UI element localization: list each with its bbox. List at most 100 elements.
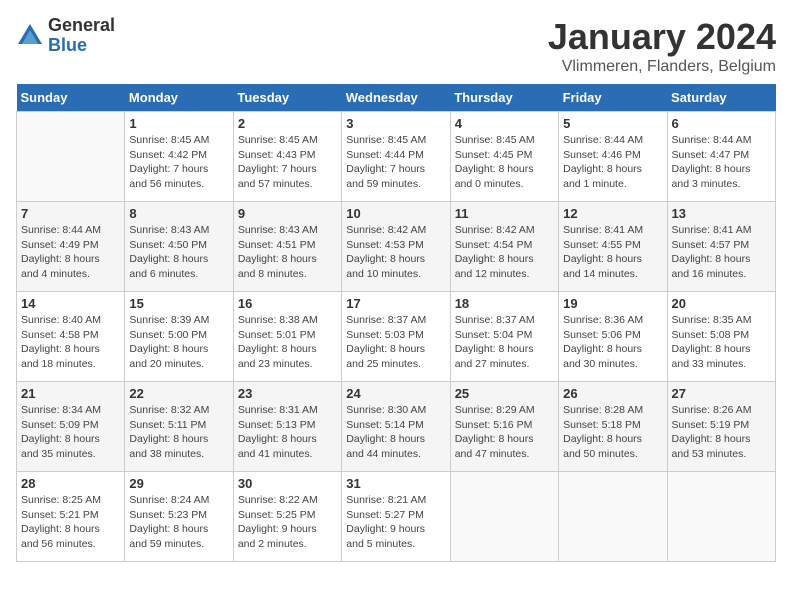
logo: General Blue [16, 16, 115, 56]
calendar-cell: 26Sunrise: 8:28 AM Sunset: 5:18 PM Dayli… [559, 382, 667, 472]
column-header-tuesday: Tuesday [233, 84, 341, 112]
logo-icon [16, 22, 44, 50]
day-number: 25 [455, 386, 554, 401]
day-number: 13 [672, 206, 771, 221]
calendar-cell: 10 Sunrise: 8:42 AM Sunset: 4:53 PM Dayli… [342, 202, 450, 292]
calendar-cell: 4 Sunrise: 8:45 AM Sunset: 4:45 PM Daylig… [450, 112, 558, 202]
calendar-week-row: 21 Sunrise: 8:34 AM Sunset: 5:09 PM Dayli… [17, 382, 776, 472]
day-info: Sunrise: 8:26 AM Sunset: 5:19 PM Dayligh… [672, 403, 771, 462]
day-info: Sunrise: 8:25 AM Sunset: 5:21 PM Dayligh… [21, 493, 120, 552]
day-number: 4 [455, 116, 554, 131]
column-header-monday: Monday [125, 84, 233, 112]
day-info: Sunrise: 8:44 AM Sunset: 4:46 PM Dayligh… [563, 133, 662, 192]
day-number: 11 [455, 206, 554, 221]
day-info: Sunrise: 8:41 AM Sunset: 4:57 PM Dayligh… [672, 223, 771, 282]
calendar-cell: 2Sunrise: 8:45 AM Sunset: 4:43 PM Daylig… [233, 112, 341, 202]
day-info: Sunrise: 8:37 AM Sunset: 5:03 PM Dayligh… [346, 313, 445, 372]
calendar-week-row: 14Sunrise: 8:40 AM Sunset: 4:58 PM Dayli… [17, 292, 776, 382]
calendar-cell: 6 Sunrise: 8:44 AM Sunset: 4:47 PM Daylig… [667, 112, 775, 202]
calendar-cell [450, 472, 558, 562]
day-info: Sunrise: 8:43 AM Sunset: 4:50 PM Dayligh… [129, 223, 228, 282]
calendar-cell: 5 Sunrise: 8:44 AM Sunset: 4:46 PM Daylig… [559, 112, 667, 202]
calendar-cell: 20Sunrise: 8:35 AM Sunset: 5:08 PM Dayli… [667, 292, 775, 382]
day-number: 9 [238, 206, 337, 221]
day-number: 16 [238, 296, 337, 311]
calendar-cell: 17Sunrise: 8:37 AM Sunset: 5:03 PM Dayli… [342, 292, 450, 382]
day-number: 1 [129, 116, 228, 131]
calendar-cell: 25 Sunrise: 8:29 AM Sunset: 5:16 PM Dayli… [450, 382, 558, 472]
day-info: Sunrise: 8:35 AM Sunset: 5:08 PM Dayligh… [672, 313, 771, 372]
calendar-header-row: SundayMondayTuesdayWednesdayThursdayFrid… [17, 84, 776, 112]
day-number: 3 [346, 116, 445, 131]
day-info: Sunrise: 8:30 AM Sunset: 5:14 PM Dayligh… [346, 403, 445, 462]
day-number: 5 [563, 116, 662, 131]
day-info: Sunrise: 8:39 AM Sunset: 5:00 PM Dayligh… [129, 313, 228, 372]
day-info: Sunrise: 8:36 AM Sunset: 5:06 PM Dayligh… [563, 313, 662, 372]
calendar-body: 1 Sunrise: 8:45 AM Sunset: 4:42 PM Daylig… [17, 112, 776, 562]
day-info: Sunrise: 8:44 AM Sunset: 4:49 PM Dayligh… [21, 223, 120, 282]
calendar-cell: 9Sunrise: 8:43 AM Sunset: 4:51 PM Daylig… [233, 202, 341, 292]
calendar-cell: 8 Sunrise: 8:43 AM Sunset: 4:50 PM Daylig… [125, 202, 233, 292]
calendar-cell: 7 Sunrise: 8:44 AM Sunset: 4:49 PM Daylig… [17, 202, 125, 292]
day-number: 10 [346, 206, 445, 221]
calendar-cell: 12Sunrise: 8:41 AM Sunset: 4:55 PM Dayli… [559, 202, 667, 292]
day-number: 21 [21, 386, 120, 401]
column-header-sunday: Sunday [17, 84, 125, 112]
calendar-cell [559, 472, 667, 562]
calendar-cell: 27 Sunrise: 8:26 AM Sunset: 5:19 PM Dayli… [667, 382, 775, 472]
day-number: 8 [129, 206, 228, 221]
column-header-saturday: Saturday [667, 84, 775, 112]
day-info: Sunrise: 8:24 AM Sunset: 5:23 PM Dayligh… [129, 493, 228, 552]
day-info: Sunrise: 8:31 AM Sunset: 5:13 PM Dayligh… [238, 403, 337, 462]
day-number: 7 [21, 206, 120, 221]
calendar-cell: 19Sunrise: 8:36 AM Sunset: 5:06 PM Dayli… [559, 292, 667, 382]
day-info: Sunrise: 8:41 AM Sunset: 4:55 PM Dayligh… [563, 223, 662, 282]
day-number: 18 [455, 296, 554, 311]
day-number: 29 [129, 476, 228, 491]
day-info: Sunrise: 8:34 AM Sunset: 5:09 PM Dayligh… [21, 403, 120, 462]
day-number: 30 [238, 476, 337, 491]
calendar-cell: 13 Sunrise: 8:41 AM Sunset: 4:57 PM Dayli… [667, 202, 775, 292]
day-info: Sunrise: 8:29 AM Sunset: 5:16 PM Dayligh… [455, 403, 554, 462]
day-number: 27 [672, 386, 771, 401]
column-header-thursday: Thursday [450, 84, 558, 112]
page-header: General Blue January 2024 Vlimmeren, Fla… [16, 16, 776, 76]
calendar-week-row: 1 Sunrise: 8:45 AM Sunset: 4:42 PM Daylig… [17, 112, 776, 202]
calendar-cell: 31Sunrise: 8:21 AM Sunset: 5:27 PM Dayli… [342, 472, 450, 562]
calendar-table: SundayMondayTuesdayWednesdayThursdayFrid… [16, 84, 776, 562]
day-number: 14 [21, 296, 120, 311]
calendar-cell: 11 Sunrise: 8:42 AM Sunset: 4:54 PM Dayli… [450, 202, 558, 292]
day-number: 23 [238, 386, 337, 401]
column-header-friday: Friday [559, 84, 667, 112]
calendar-cell: 28 Sunrise: 8:25 AM Sunset: 5:21 PM Dayli… [17, 472, 125, 562]
day-number: 15 [129, 296, 228, 311]
day-number: 28 [21, 476, 120, 491]
day-number: 24 [346, 386, 445, 401]
day-number: 6 [672, 116, 771, 131]
month-title: January 2024 [548, 16, 776, 58]
day-info: Sunrise: 8:21 AM Sunset: 5:27 PM Dayligh… [346, 493, 445, 552]
calendar-cell: 24 Sunrise: 8:30 AM Sunset: 5:14 PM Dayli… [342, 382, 450, 472]
logo-general: General [48, 15, 115, 35]
location-title: Vlimmeren, Flanders, Belgium [548, 58, 776, 76]
day-info: Sunrise: 8:32 AM Sunset: 5:11 PM Dayligh… [129, 403, 228, 462]
calendar-cell: 21 Sunrise: 8:34 AM Sunset: 5:09 PM Dayli… [17, 382, 125, 472]
calendar-week-row: 7 Sunrise: 8:44 AM Sunset: 4:49 PM Daylig… [17, 202, 776, 292]
day-info: Sunrise: 8:44 AM Sunset: 4:47 PM Dayligh… [672, 133, 771, 192]
calendar-week-row: 28 Sunrise: 8:25 AM Sunset: 5:21 PM Dayli… [17, 472, 776, 562]
calendar-cell: 22 Sunrise: 8:32 AM Sunset: 5:11 PM Dayli… [125, 382, 233, 472]
title-area: January 2024 Vlimmeren, Flanders, Belgiu… [548, 16, 776, 76]
day-number: 22 [129, 386, 228, 401]
logo-blue: Blue [48, 35, 87, 55]
day-info: Sunrise: 8:42 AM Sunset: 4:53 PM Dayligh… [346, 223, 445, 282]
day-info: Sunrise: 8:45 AM Sunset: 4:42 PM Dayligh… [129, 133, 228, 192]
day-info: Sunrise: 8:45 AM Sunset: 4:45 PM Dayligh… [455, 133, 554, 192]
column-header-wednesday: Wednesday [342, 84, 450, 112]
day-info: Sunrise: 8:28 AM Sunset: 5:18 PM Dayligh… [563, 403, 662, 462]
calendar-cell: 29 Sunrise: 8:24 AM Sunset: 5:23 PM Dayli… [125, 472, 233, 562]
day-info: Sunrise: 8:45 AM Sunset: 4:44 PM Dayligh… [346, 133, 445, 192]
day-info: Sunrise: 8:42 AM Sunset: 4:54 PM Dayligh… [455, 223, 554, 282]
calendar-cell: 23 Sunrise: 8:31 AM Sunset: 5:13 PM Dayli… [233, 382, 341, 472]
calendar-cell: 30Sunrise: 8:22 AM Sunset: 5:25 PM Dayli… [233, 472, 341, 562]
calendar-cell: 18Sunrise: 8:37 AM Sunset: 5:04 PM Dayli… [450, 292, 558, 382]
